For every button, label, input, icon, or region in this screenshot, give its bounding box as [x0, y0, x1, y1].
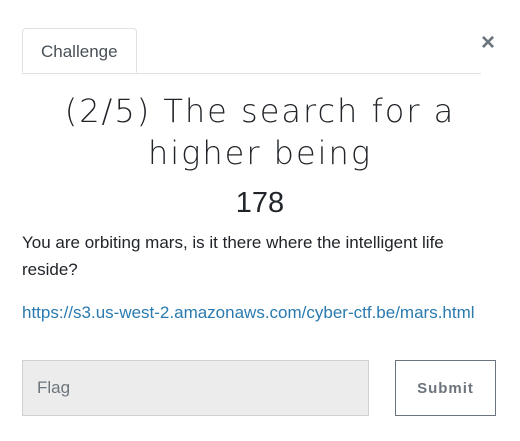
- tab-challenge[interactable]: Challenge: [22, 28, 137, 73]
- challenge-title: (2/5) The search for a higher being: [64, 92, 456, 172]
- challenge-description: You are orbiting mars, is it there where…: [22, 233, 444, 279]
- challenge-link[interactable]: https://s3.us-west-2.amazonaws.com/cyber…: [22, 299, 475, 326]
- challenge-points: 178: [235, 187, 285, 219]
- submit-button[interactable]: Submit: [395, 360, 496, 416]
- challenge-modal: Challenge × (2/5) The search for a highe…: [0, 0, 520, 441]
- flag-input[interactable]: [22, 360, 369, 416]
- challenge-tabs: Challenge: [22, 28, 481, 74]
- close-icon[interactable]: ×: [479, 30, 497, 56]
